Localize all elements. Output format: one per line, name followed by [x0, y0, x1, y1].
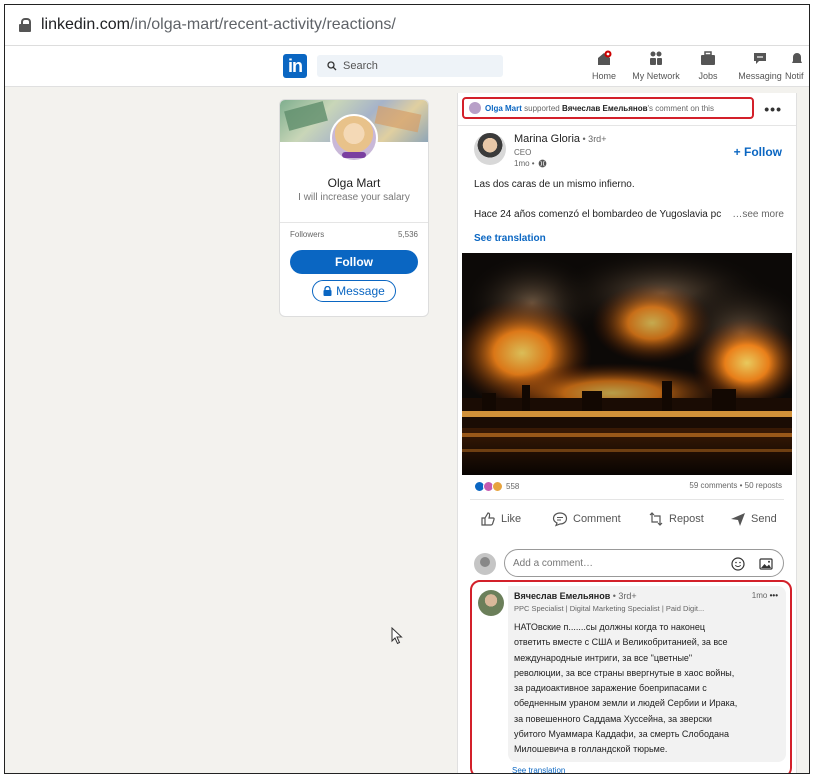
more-options-icon[interactable]: •••: [764, 101, 782, 117]
profile-headline: I will increase your salary: [298, 192, 410, 203]
send-icon: [731, 513, 745, 526]
stats-divider: [470, 499, 784, 500]
see-more-link[interactable]: …see more: [730, 209, 784, 220]
search-placeholder: Search: [343, 60, 378, 72]
post-photo: [462, 253, 792, 475]
profile-card: Olga Mart I will increase your salary Fo…: [279, 99, 429, 317]
repost-button[interactable]: Repost: [648, 511, 704, 527]
lock-icon: [19, 18, 31, 32]
bell-icon: [792, 53, 802, 63]
comment-bubble: Вячеслав Емельянов • 3rd+ 1mo ••• PPC Sp…: [508, 586, 786, 762]
nav-my-network[interactable]: My Network: [629, 50, 683, 81]
nav-jobs[interactable]: Jobs: [681, 50, 735, 81]
repost-icon: [649, 512, 663, 526]
comment-text: НАТОвские п.......сы должны когда то нак…: [514, 622, 738, 755]
activity-suffix: 's comment on this: [647, 103, 714, 113]
post-stats: 558 59 comments • 50 reposts: [474, 481, 782, 495]
post-author-name[interactable]: Marina Gloria • 3rd+: [514, 133, 606, 145]
comment-author-avatar[interactable]: [478, 590, 504, 616]
search-icon: [327, 61, 337, 71]
post-time: 1mo •: [514, 159, 547, 168]
profile-divider: [280, 222, 428, 223]
comments-reposts-count[interactable]: 59 comments • 50 reposts: [689, 481, 782, 490]
post-actions: Like Comment Repost Send: [458, 511, 796, 533]
activity-target[interactable]: Вячеслав Емельянов: [562, 104, 648, 113]
insightful-reaction-icon: [492, 481, 503, 492]
highlighted-comment: Вячеслав Емельянов • 3rd+ 1mo ••• PPC Sp…: [470, 580, 792, 773]
activity-verb: supported: [521, 103, 562, 113]
mouse-cursor-icon: [391, 627, 403, 645]
comment-button[interactable]: Comment: [552, 511, 621, 527]
follow-button[interactable]: Follow: [290, 250, 418, 274]
nav-home[interactable]: Home: [577, 50, 631, 81]
post-image[interactable]: [462, 253, 792, 475]
emoji-icon[interactable]: [731, 557, 745, 571]
followers-count: 5,536: [397, 230, 418, 239]
comment-more-icon[interactable]: •••: [770, 591, 778, 600]
browser-window: linkedin.com/in/olga-mart/recent-activit…: [4, 4, 810, 774]
actor-avatar: [469, 102, 481, 114]
comment-time: 1mo •••: [751, 591, 778, 600]
search-input[interactable]: Search: [317, 55, 503, 77]
top-navigation: in Search Home My Network Jobs Messaging…: [5, 46, 809, 87]
see-translation-link[interactable]: See translation: [474, 233, 546, 244]
linkedin-logo-icon[interactable]: in: [283, 54, 307, 78]
address-bar[interactable]: linkedin.com/in/olga-mart/recent-activit…: [5, 5, 809, 46]
post-text-line1: Las dos caras de un mismo infierno.: [474, 179, 635, 190]
current-user-avatar: [474, 553, 496, 575]
message-button-label: Message: [336, 284, 385, 298]
nav-messaging[interactable]: Messaging: [733, 50, 787, 81]
messaging-icon: [754, 53, 766, 64]
followers-label: Followers: [290, 230, 325, 239]
activity-header: Olga Mart supported Вячеслав Емельянов '…: [462, 97, 754, 119]
comment-input[interactable]: Add a comment…: [504, 549, 784, 577]
comment-see-translation[interactable]: See translation: [512, 766, 565, 773]
post-follow-button[interactable]: + Follow: [734, 145, 782, 159]
thumbs-up-icon: [481, 512, 495, 526]
message-button[interactable]: Message: [312, 280, 396, 302]
add-comment-area: Add a comment…: [472, 549, 784, 577]
post-author-title: CEO: [514, 148, 532, 157]
network-icon: [650, 51, 662, 65]
comment-author-name[interactable]: Вячеслав Емельянов • 3rd+: [514, 591, 637, 601]
home-icon: [598, 50, 612, 65]
send-button[interactable]: Send: [730, 511, 777, 527]
activity-actor[interactable]: Olga Mart: [485, 104, 522, 113]
comment-author-headline: PPC Specialist | Digital Marketing Speci…: [514, 604, 705, 613]
lock-icon: [323, 286, 332, 296]
activity-feed: Olga Mart supported Вячеслав Емельянов '…: [457, 93, 797, 773]
post-divider: [458, 125, 796, 126]
nav-notifications[interactable]: Notif: [785, 50, 809, 81]
profile-name[interactable]: Olga Mart: [280, 176, 428, 190]
comment-icon: [552, 512, 568, 527]
briefcase-icon: [701, 51, 715, 65]
image-icon[interactable]: [759, 557, 773, 571]
profile-avatar[interactable]: [330, 114, 378, 162]
reactions-count: 558: [506, 482, 520, 491]
url-text[interactable]: linkedin.com/in/olga-mart/recent-activit…: [41, 16, 396, 34]
reactions-summary[interactable]: 558: [474, 481, 519, 492]
globe-icon: [538, 159, 546, 168]
post-author-avatar[interactable]: [474, 133, 506, 165]
like-button[interactable]: Like: [480, 511, 521, 527]
